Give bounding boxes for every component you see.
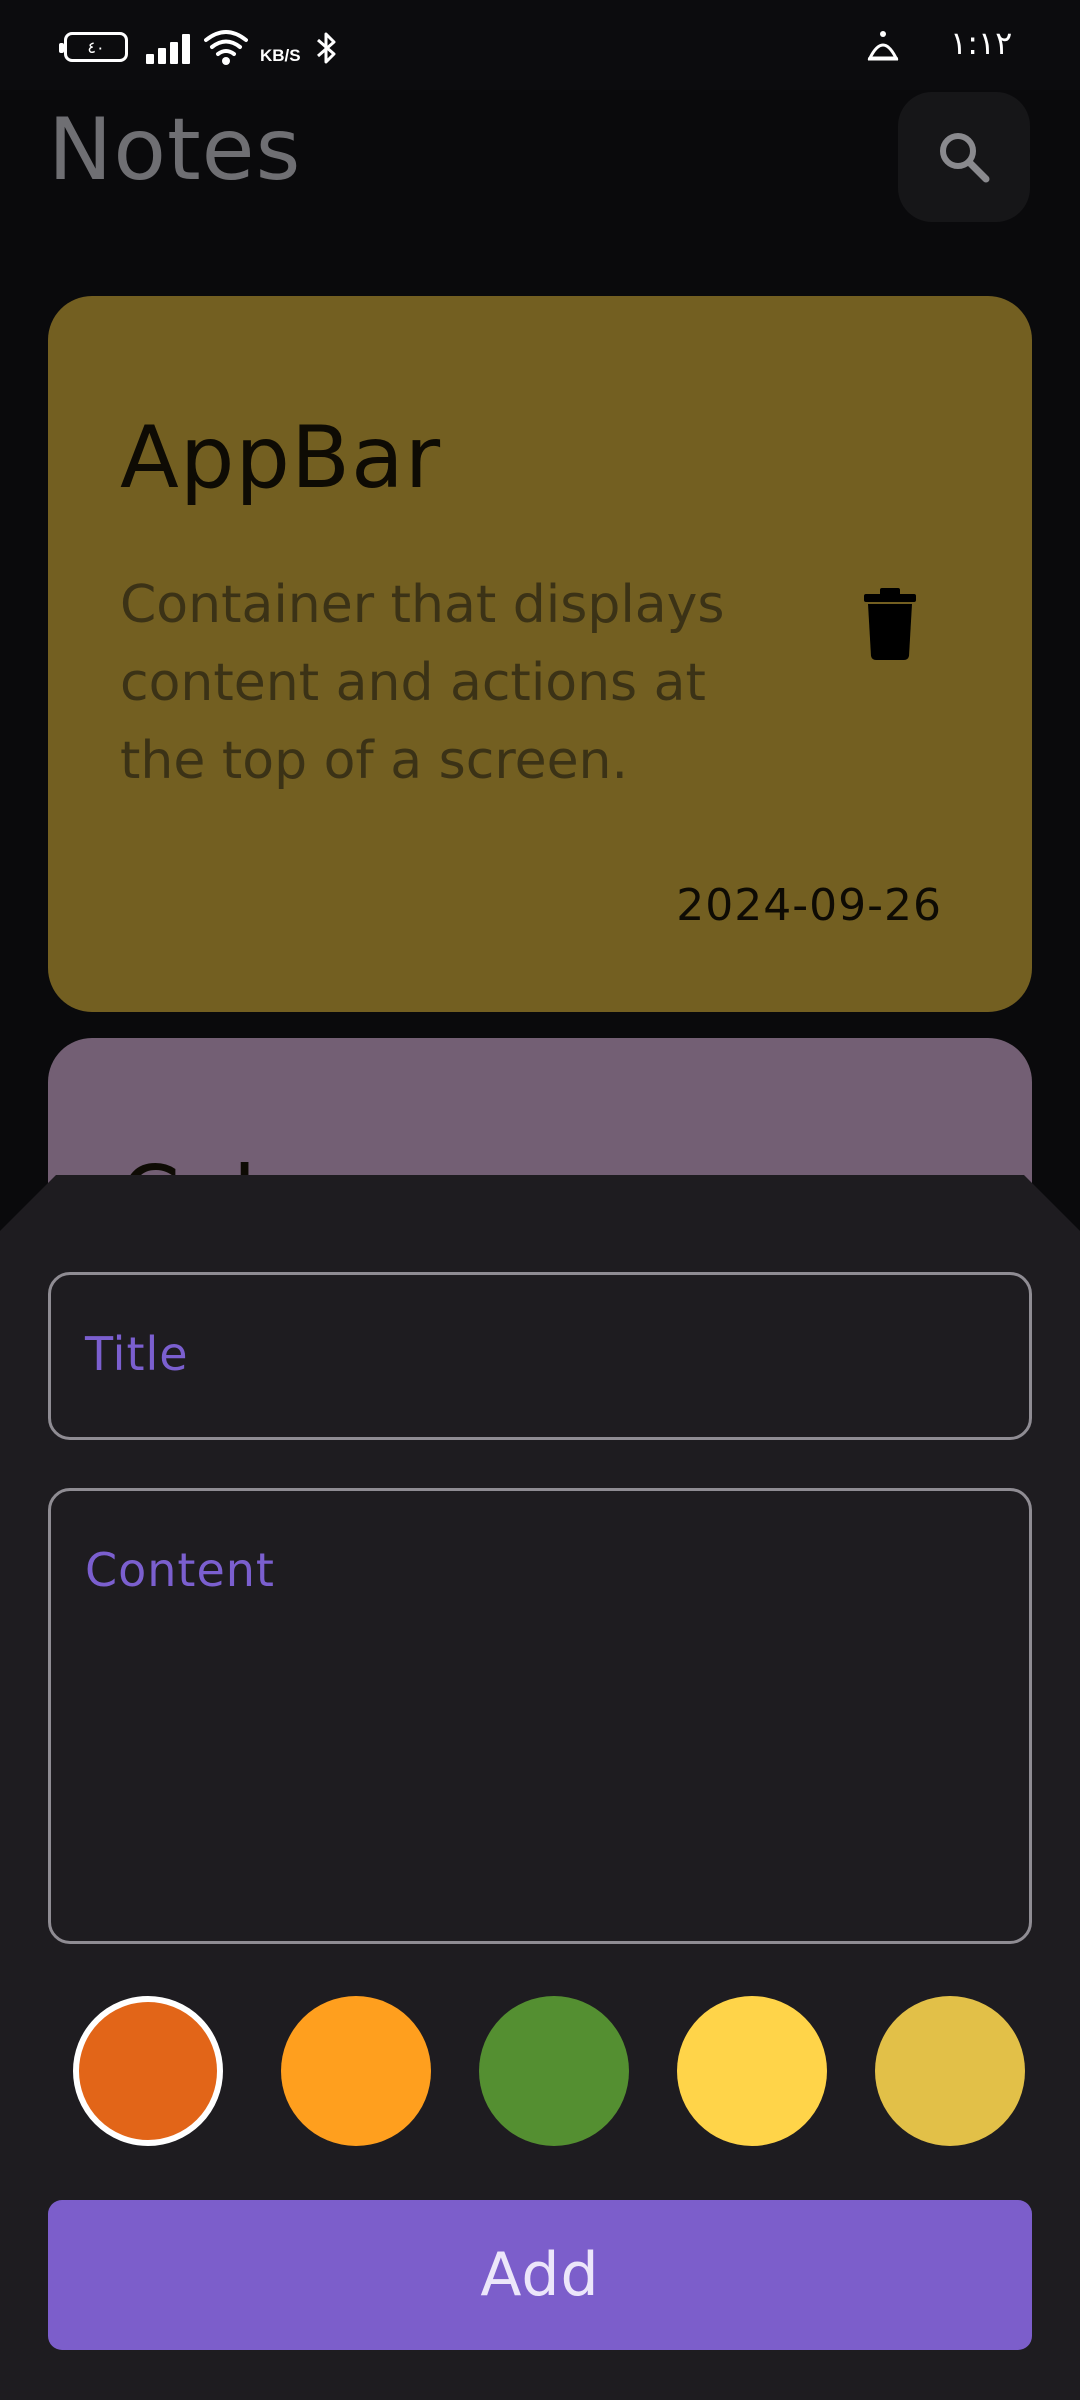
clock: ١:١٢ xyxy=(950,24,1013,62)
signal-icon xyxy=(146,32,192,64)
battery-icon: ٤٠ xyxy=(59,32,128,62)
color-swatch-gold[interactable] xyxy=(875,1996,1025,2146)
add-button-label: Add xyxy=(480,2240,600,2310)
trash-icon[interactable] xyxy=(860,586,920,660)
note-title: AppBar xyxy=(120,408,442,508)
status-bar: ٤٠ KB/S ١:١٢ xyxy=(0,0,1080,90)
wifi-icon xyxy=(204,30,248,65)
note-card[interactable]: AppBar Container that displays content a… xyxy=(48,296,1032,1012)
bluetooth-icon xyxy=(317,32,336,64)
title-placeholder: Title xyxy=(85,1327,189,1381)
title-input[interactable]: Title xyxy=(48,1272,1032,1440)
color-swatch-orange[interactable] xyxy=(281,1996,431,2146)
network-speed: KB/S xyxy=(260,46,301,65)
content-placeholder: Content xyxy=(85,1543,275,1597)
color-swatch-orange-red[interactable] xyxy=(73,1996,223,2146)
battery-level: ٤٠ xyxy=(87,37,105,57)
color-swatch-green[interactable] xyxy=(479,1996,629,2146)
alarm-icon xyxy=(867,31,899,61)
app-screen: ٤٠ KB/S ١:١٢ Notes AppBar Container that… xyxy=(0,0,1080,2400)
page-title: Notes xyxy=(48,100,302,200)
search-icon xyxy=(940,133,990,183)
note-date: 2024-09-26 xyxy=(676,880,942,931)
color-swatch-yellow[interactable] xyxy=(677,1996,827,2146)
content-input[interactable]: Content xyxy=(48,1488,1032,1944)
search-button[interactable] xyxy=(898,92,1030,222)
add-button[interactable]: Add xyxy=(48,2200,1032,2350)
note-content: Container that displays content and acti… xyxy=(120,575,725,791)
add-note-sheet: Title Content Add xyxy=(0,1175,1080,2400)
